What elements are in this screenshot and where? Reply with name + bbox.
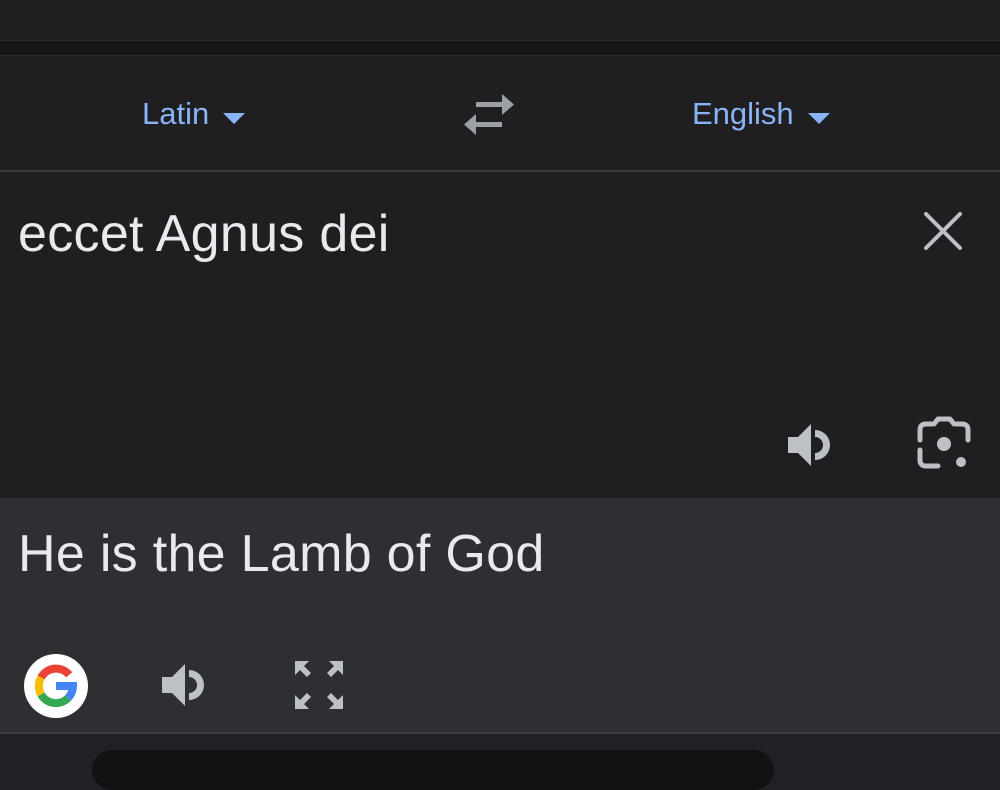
fullscreen-icon[interactable] [292, 658, 346, 712]
google-logo-button[interactable] [24, 654, 88, 718]
chevron-down-icon [223, 112, 246, 124]
chevron-down-icon [807, 112, 830, 124]
top-bar [0, 0, 1000, 40]
speaker-icon[interactable] [158, 658, 212, 712]
target-language-label: English [692, 96, 794, 131]
translation-output-area: He is the Lamb of God [0, 498, 1000, 732]
language-bar: Latin English [0, 56, 1000, 172]
camera-lens-icon[interactable] [914, 416, 974, 472]
source-language-label: Latin [142, 96, 210, 131]
source-text[interactable]: eccet Agnus dei [18, 204, 390, 264]
top-divider [0, 40, 1000, 56]
source-language-selector[interactable]: Latin [142, 56, 246, 172]
bottom-search-pill[interactable] [92, 750, 774, 790]
swap-languages-icon[interactable] [462, 94, 516, 136]
close-icon[interactable] [920, 208, 966, 254]
google-logo-icon [34, 664, 78, 708]
source-input-area[interactable]: eccet Agnus dei [0, 172, 1000, 498]
speaker-icon[interactable] [784, 418, 838, 472]
translated-text: He is the Lamb of God [18, 525, 545, 583]
target-language-selector[interactable]: English [692, 56, 830, 172]
bottom-area [0, 732, 1000, 790]
